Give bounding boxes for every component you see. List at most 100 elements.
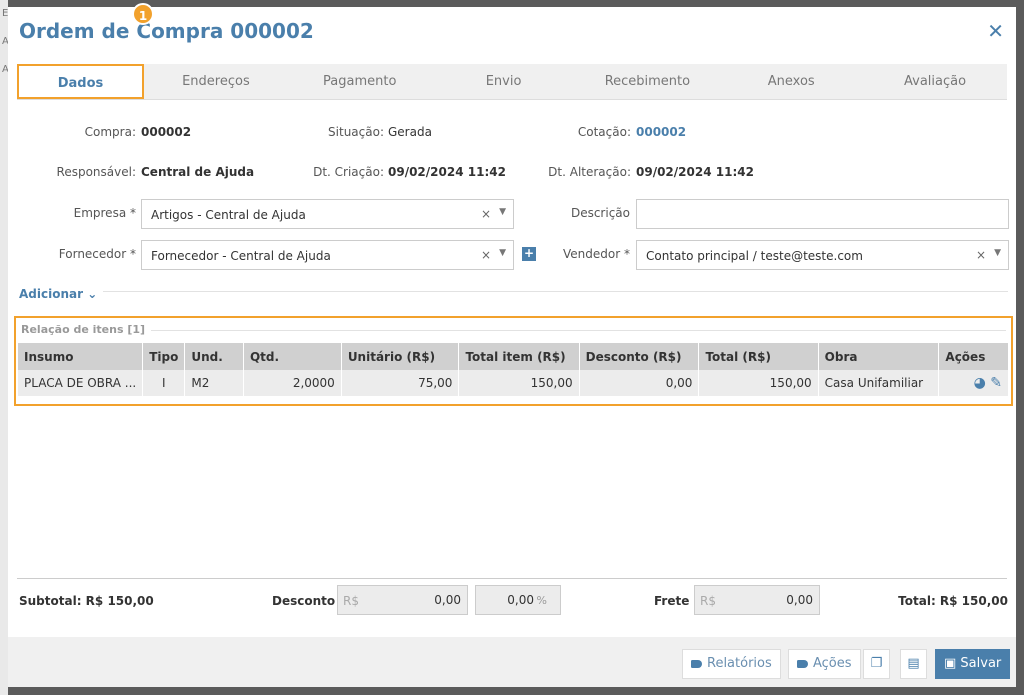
frete-label: Frete [654,594,690,608]
items-title: Relação de itens [1] [21,323,146,336]
clear-icon[interactable]: × [481,248,491,262]
cell-total: 150,00 [698,370,819,396]
action-bar: Relatórios Ações ❐ ▤ ▣ Salvar [8,637,1016,687]
clear-icon[interactable]: × [481,207,491,221]
tag-icon [691,659,702,668]
frete-input[interactable]: R$ 0,00 [694,585,820,615]
cotacao-label: Cotação: [577,125,631,139]
tab-recebimento[interactable]: Recebimento [575,64,719,99]
divider [103,291,1008,292]
tab-pagamento[interactable]: Pagamento [288,64,432,99]
empresa-select[interactable]: Artigos - Central de Ajuda × ▼ [141,199,514,229]
frete-value: 0,00 [786,593,813,607]
purchase-order-modal: Ordem de Compra 000002 ✕ Dados Endereços… [8,3,1016,687]
situacao-label: Situação: [328,125,384,139]
pct-suffix: % [536,594,547,607]
responsavel-value: Central de Ajuda [141,165,255,179]
responsavel-label: Responsável: [56,165,136,179]
tab-envio[interactable]: Envio [432,64,576,99]
copy-icon[interactable]: ❐ [863,649,890,679]
acoes-button[interactable]: Ações [788,649,861,679]
vendedor-label: Vendedor * [563,247,630,261]
dt-criacao-value: 09/02/2024 11:42 [388,165,506,179]
close-icon[interactable]: ✕ [987,19,1004,43]
acoes-label: Ações [813,656,852,671]
step-badge: 1 [132,3,154,25]
relatorios-button[interactable]: Relatórios [682,649,781,679]
chevron-down-icon[interactable]: ▼ [499,207,506,217]
col-tipo[interactable]: Tipo [142,343,186,370]
fornecedor-value: Fornecedor - Central de Ajuda [151,249,331,263]
desconto-value-input[interactable]: R$ 0,00 [337,585,468,615]
fornecedor-select[interactable]: Fornecedor - Central de Ajuda × ▼ [141,240,514,270]
cell-insumo: PLACA DE OBRA ... [18,370,144,396]
currency-prefix: R$ [343,594,359,608]
col-total-item[interactable]: Total item (R$) [458,343,580,370]
vendedor-select[interactable]: Contato principal / teste@teste.com × ▼ [636,240,1009,270]
save-button[interactable]: ▣ Salvar [935,649,1011,679]
compra-label: Compra: [84,125,136,139]
chevron-down-icon[interactable]: ▼ [994,248,1001,258]
tab-anexos[interactable]: Anexos [719,64,863,99]
cell-total-item: 150,00 [458,370,580,396]
tab-dados[interactable]: Dados [17,64,144,99]
items-table: Insumo Tipo Und. Qtd. Unitário (R$) Tota… [18,343,1009,396]
footer-divider [17,578,1007,579]
col-desconto[interactable]: Desconto (R$) [579,343,700,370]
save-icon: ▣ [944,656,961,671]
cotacao-link[interactable]: 000002 [636,125,686,139]
col-unitario[interactable]: Unitário (R$) [341,343,460,370]
cell-acoes: ◕ ✎ [938,370,1009,396]
divider [151,330,1006,331]
add-supplier-icon[interactable]: + [522,247,536,261]
currency-prefix: R$ [700,594,716,608]
cell-desconto: 0,00 [579,370,700,396]
col-total[interactable]: Total (R$) [698,343,819,370]
dt-alteracao-label: Dt. Alteração: [548,165,631,179]
pie-chart-icon[interactable]: ◕ [974,375,986,391]
adicionar-label: Adicionar [19,287,84,301]
dt-criacao-label: Dt. Criação: [313,165,384,179]
relatorios-label: Relatórios [707,656,772,671]
compra-value: 000002 [141,125,192,139]
tab-avaliacao[interactable]: Avaliação [863,64,1007,99]
col-insumo[interactable]: Insumo [18,343,144,370]
desconto-pct-input[interactable]: 0,00 % [475,585,561,615]
vendedor-value: Contato principal / teste@teste.com [646,249,863,263]
cell-obra: Casa Unifamiliar [818,370,940,396]
empresa-value: Artigos - Central de Ajuda [151,208,306,222]
table-row[interactable]: PLACA DE OBRA ... I M2 2,0000 75,00 150,… [18,370,1009,396]
col-obra[interactable]: Obra [818,343,940,370]
chevron-down-icon[interactable]: ▼ [499,248,506,258]
fornecedor-label: Fornecedor * [58,247,136,261]
col-und[interactable]: Und. [184,343,244,370]
col-acoes: Ações [938,343,1009,370]
desconto-value: 0,00 [434,593,461,607]
background-page-strip: E A A [0,0,9,695]
document-icon[interactable]: ▤ [900,649,927,679]
modal-title: Ordem de Compra 000002 [19,19,314,43]
cell-und: M2 [184,370,244,396]
situacao-value: Gerada [388,125,432,139]
cell-unitario: 75,00 [341,370,460,396]
tab-bar: Dados Endereços Pagamento Envio Recebime… [17,64,1007,100]
dt-alteracao-value: 09/02/2024 11:42 [636,165,754,179]
save-label: Salvar [960,656,1002,671]
empresa-label: Empresa * [73,206,136,220]
subtotal: Subtotal: R$ 150,00 [19,594,154,608]
cell-tipo: I [142,370,186,396]
desconto-pct: 0,00 [507,593,534,607]
table-header-row: Insumo Tipo Und. Qtd. Unitário (R$) Tota… [18,343,1009,370]
col-qtd[interactable]: Qtd. [243,343,342,370]
edit-pencil-icon[interactable]: ✎ [990,375,1002,391]
items-section: Relação de itens [1] Insumo Tipo Und. Qt… [14,316,1013,406]
chevron-down-icon: ⌄ [87,287,98,301]
descricao-input[interactable] [636,199,1009,229]
grand-total: Total: R$ 150,00 [898,594,1008,608]
cell-qtd: 2,0000 [243,370,342,396]
tag-icon [797,659,808,668]
descricao-label: Descrição [570,206,630,220]
tab-enderecos[interactable]: Endereços [144,64,288,99]
clear-icon[interactable]: × [976,248,986,262]
adicionar-toggle[interactable]: Adicionar ⌄ [19,287,97,301]
